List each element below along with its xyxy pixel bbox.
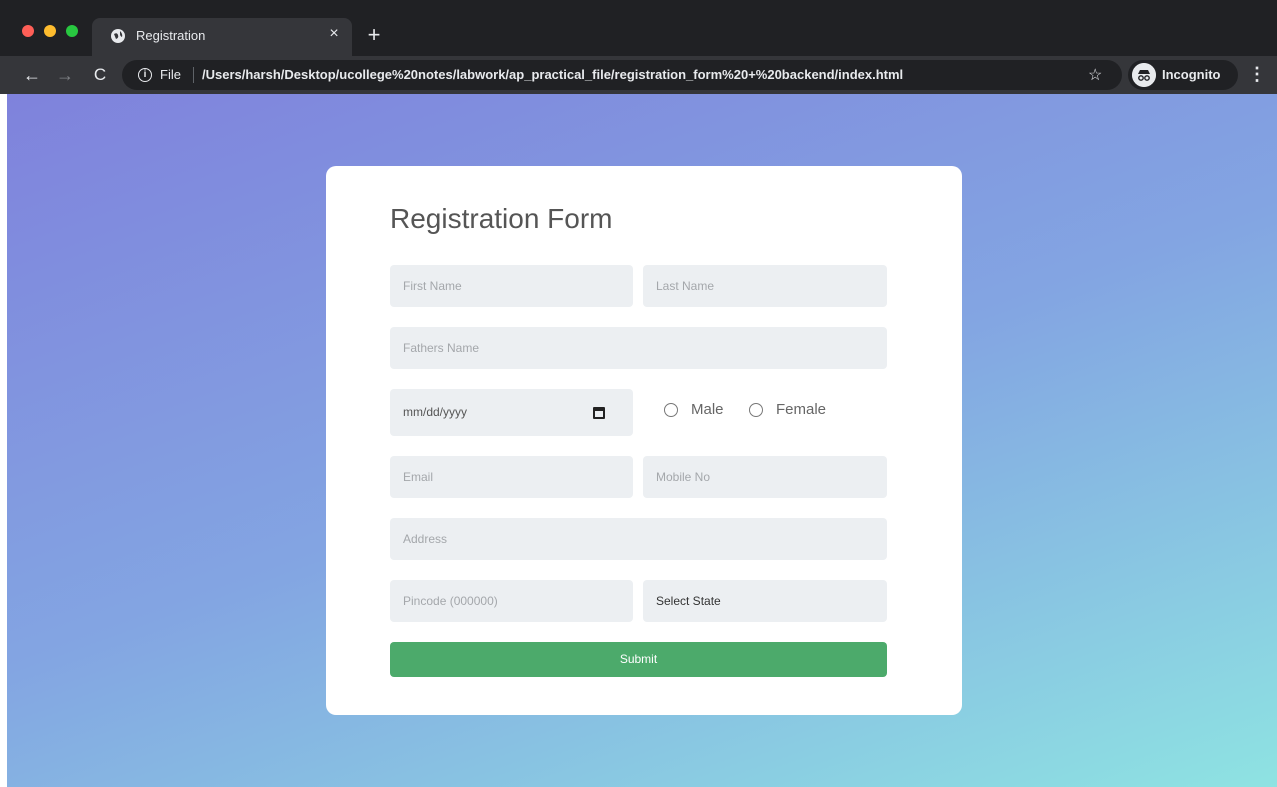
gender-male-label[interactable]: Male bbox=[691, 401, 724, 418]
close-tab-icon[interactable]: × bbox=[324, 25, 344, 43]
bookmark-star-icon[interactable]: ☆ bbox=[1088, 65, 1102, 85]
browser-chrome: Registration × + ← → C i File /Users/har… bbox=[0, 0, 1277, 94]
maximize-window-button[interactable] bbox=[66, 25, 78, 37]
gender-female-radio[interactable] bbox=[749, 403, 763, 417]
submit-button[interactable]: Submit bbox=[390, 642, 887, 677]
url-separator bbox=[193, 67, 194, 83]
page-background: Registration Form mm/dd/yyyy Male Female… bbox=[7, 94, 1277, 787]
address-input[interactable] bbox=[390, 518, 887, 560]
registration-card: Registration Form mm/dd/yyyy Male Female… bbox=[326, 166, 962, 715]
back-button[interactable]: ← bbox=[20, 63, 44, 87]
fathers-name-input[interactable] bbox=[390, 327, 887, 369]
url-scheme: File bbox=[160, 67, 181, 82]
incognito-badge[interactable]: Incognito bbox=[1128, 60, 1238, 90]
form-title: Registration Form bbox=[390, 203, 613, 234]
gender-male-radio[interactable] bbox=[664, 403, 678, 417]
minimize-window-button[interactable] bbox=[44, 25, 56, 37]
calendar-icon[interactable] bbox=[593, 407, 605, 419]
reload-button[interactable]: C bbox=[88, 63, 112, 87]
close-window-button[interactable] bbox=[22, 25, 34, 37]
tab-title: Registration bbox=[136, 28, 206, 43]
address-bar[interactable]: i File /Users/harsh/Desktop/ucollege%20n… bbox=[122, 60, 1122, 90]
title-bar: Registration × + bbox=[0, 0, 1277, 56]
url-text[interactable]: /Users/harsh/Desktop/ucollege%20notes/la… bbox=[202, 67, 903, 82]
state-select[interactable]: Select State bbox=[643, 580, 887, 622]
browser-toolbar: ← → C i File /Users/harsh/Desktop/ucolle… bbox=[0, 56, 1277, 94]
pincode-input[interactable] bbox=[390, 580, 633, 622]
mobile-input[interactable] bbox=[643, 456, 887, 498]
last-name-input[interactable] bbox=[643, 265, 887, 307]
browser-tab[interactable]: Registration × bbox=[92, 18, 352, 56]
new-tab-button[interactable]: + bbox=[362, 22, 386, 48]
incognito-icon bbox=[1132, 63, 1156, 87]
browser-menu-icon[interactable]: ⋮ bbox=[1248, 64, 1266, 86]
email-input[interactable] bbox=[390, 456, 633, 498]
first-name-input[interactable] bbox=[390, 265, 633, 307]
forward-button[interactable]: → bbox=[53, 63, 77, 87]
info-icon[interactable]: i bbox=[138, 68, 152, 82]
incognito-label: Incognito bbox=[1162, 67, 1221, 82]
gender-female-label[interactable]: Female bbox=[776, 401, 826, 418]
globe-icon bbox=[111, 29, 125, 43]
